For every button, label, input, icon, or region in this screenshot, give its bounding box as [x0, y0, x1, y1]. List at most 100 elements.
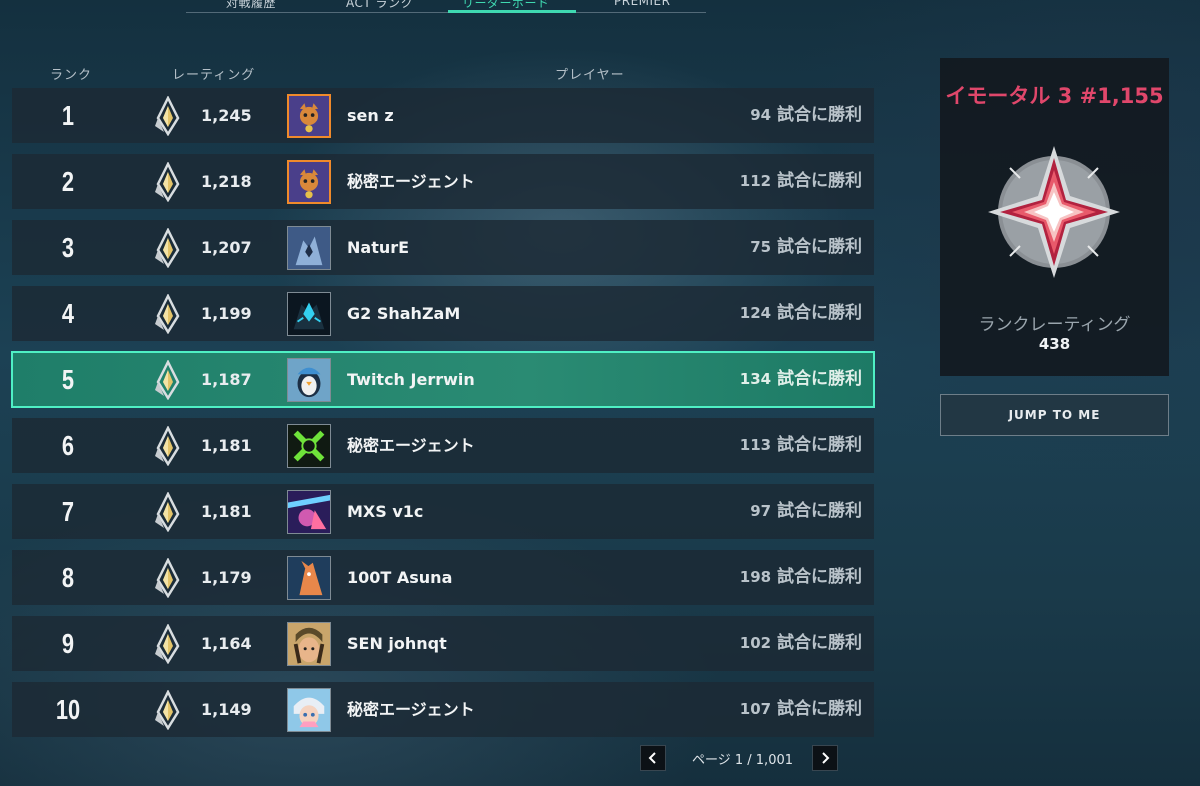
leaderboard-row-current-player[interactable]: 5 1,187 Twitch Jerrwin 134 試合に勝利 — [11, 351, 875, 408]
player-name: 秘密エージェント — [347, 436, 475, 455]
player-name: sen z — [347, 106, 394, 125]
wins-label: 試合に勝利 — [777, 699, 862, 719]
page-indicator: ページ 1 / 1,001 — [692, 753, 794, 768]
leaderboard-row[interactable]: 6 1,181 秘密エージェント 113 試合に勝利 — [12, 418, 874, 473]
rank-number: 7 — [61, 496, 75, 527]
rank-number: 4 — [61, 298, 75, 329]
wins-number: 102 — [739, 634, 772, 652]
radiant-rank-icon — [154, 558, 180, 598]
radiant-rank-icon — [154, 690, 180, 730]
player-card-avatar — [287, 358, 331, 402]
wins-count: 75 試合に勝利 — [750, 220, 862, 275]
rating-value: 1,187 — [201, 370, 252, 389]
player-name: 秘密エージェント — [347, 700, 475, 719]
leaderboard-row[interactable]: 4 1,199 G2 ShahZaM 124 試合に勝利 — [12, 286, 874, 341]
player-card-avatar — [287, 94, 331, 138]
rank-number: 8 — [61, 562, 75, 593]
rating-value: 1,149 — [201, 700, 252, 719]
wins-label: 試合に勝利 — [777, 171, 862, 191]
rating-value: 1,207 — [201, 238, 252, 257]
player-name: NaturE — [347, 238, 410, 257]
rating-value: 1,199 — [201, 304, 252, 323]
leaderboard-row[interactable]: 8 1,179 100T Asuna 198 試合に勝利 — [12, 550, 874, 605]
wins-label: 試合に勝利 — [777, 501, 862, 521]
player-card-avatar — [287, 292, 331, 336]
radiant-rank-icon — [154, 96, 180, 136]
wins-label: 試合に勝利 — [777, 435, 862, 455]
radiant-rank-icon — [154, 360, 180, 400]
player-card-avatar — [287, 490, 331, 534]
wins-count: 94 試合に勝利 — [750, 88, 862, 143]
chevron-right-icon — [822, 752, 830, 764]
rating-value: 1,218 — [201, 172, 252, 191]
top-tabs: 対戦履歴 ACT ランク リーダーボード PREMIER — [186, 0, 706, 13]
wins-label: 試合に勝利 — [777, 237, 862, 257]
wins-label: 試合に勝利 — [777, 369, 862, 389]
player-name: SEN johnqt — [347, 634, 447, 653]
my-rank-panel: イモータル 3 #1,155 ランクレーティング 438 — [940, 58, 1169, 376]
wins-count: 134 試合に勝利 — [740, 352, 862, 407]
wins-count: 198 試合に勝利 — [740, 550, 862, 605]
tab-premier[interactable]: PREMIER — [614, 0, 670, 8]
player-name: G2 ShahZaM — [347, 304, 461, 323]
column-header-player: プレイヤー — [555, 68, 625, 83]
column-header-rating: レーティング — [172, 68, 256, 83]
rating-value: 1,179 — [201, 568, 252, 587]
jump-to-me-button[interactable]: JUMP TO ME — [940, 394, 1169, 436]
active-tab-indicator — [448, 10, 576, 13]
rating-value: 1,181 — [201, 436, 252, 455]
player-card-avatar — [287, 160, 331, 204]
prev-page-button[interactable] — [640, 745, 666, 771]
leaderboard-row[interactable]: 7 1,181 MXS v1c 97 試合に勝利 — [12, 484, 874, 539]
rank-number: 10 — [55, 694, 81, 725]
rank-rating-label: ランクレーティング — [978, 315, 1131, 335]
leaderboard-row[interactable]: 9 1,164 SEN johnqt 102 試合に勝利 — [12, 616, 874, 671]
wins-count: 97 試合に勝利 — [750, 484, 862, 539]
wins-count: 107 試合に勝利 — [740, 682, 862, 737]
wins-number: 124 — [739, 304, 772, 322]
wins-count: 113 試合に勝利 — [740, 418, 862, 473]
wins-number: 97 — [750, 502, 772, 520]
rank-number: 6 — [61, 430, 75, 461]
radiant-rank-icon — [154, 228, 180, 268]
wins-count: 102 試合に勝利 — [740, 616, 862, 671]
leaderboard-row[interactable]: 2 1,218 秘密エージェント 112 試合に勝利 — [12, 154, 874, 209]
radiant-rank-icon — [154, 162, 180, 202]
rank-rating-value: 438 — [1038, 335, 1071, 353]
next-page-button[interactable] — [812, 745, 838, 771]
radiant-rank-icon — [154, 426, 180, 466]
wins-label: 試合に勝利 — [777, 105, 862, 125]
wins-number: 134 — [739, 370, 772, 388]
player-card-avatar — [287, 688, 331, 732]
rank-number: 3 — [61, 232, 75, 263]
rank-number: 2 — [61, 166, 75, 197]
player-name: Twitch Jerrwin — [347, 370, 475, 389]
chevron-left-icon — [648, 752, 656, 764]
tab-match-history[interactable]: 対戦履歴 — [226, 0, 276, 11]
rank-number: 5 — [61, 364, 75, 395]
leaderboard-row[interactable]: 10 1,149 秘密エージェント 107 試合に勝利 — [12, 682, 874, 737]
rank-title: イモータル 3 #1,155 — [945, 84, 1164, 108]
wins-count: 124 試合に勝利 — [740, 286, 862, 341]
wins-number: 113 — [739, 436, 772, 454]
player-card-avatar — [287, 556, 331, 600]
rating-value: 1,245 — [201, 106, 252, 125]
leaderboard-row[interactable]: 1 1,245 sen z 94 試合に勝利 — [12, 88, 874, 143]
player-name: 秘密エージェント — [347, 172, 475, 191]
tab-act-rank[interactable]: ACT ランク — [346, 0, 413, 11]
rank-number: 1 — [61, 100, 75, 131]
wins-number: 75 — [750, 238, 772, 256]
wins-number: 198 — [739, 568, 772, 586]
player-card-avatar — [287, 424, 331, 468]
radiant-rank-icon — [154, 294, 180, 334]
rating-value: 1,164 — [201, 634, 252, 653]
wins-label: 試合に勝利 — [777, 567, 862, 587]
wins-number: 112 — [739, 172, 772, 190]
leaderboard-row[interactable]: 3 1,207 NaturE 75 試合に勝利 — [12, 220, 874, 275]
radiant-rank-icon — [154, 492, 180, 532]
player-card-avatar — [287, 226, 331, 270]
wins-count: 112 試合に勝利 — [740, 154, 862, 209]
column-header-rank: ランク — [50, 68, 93, 83]
player-name: MXS v1c — [347, 502, 424, 521]
wins-label: 試合に勝利 — [777, 633, 862, 653]
